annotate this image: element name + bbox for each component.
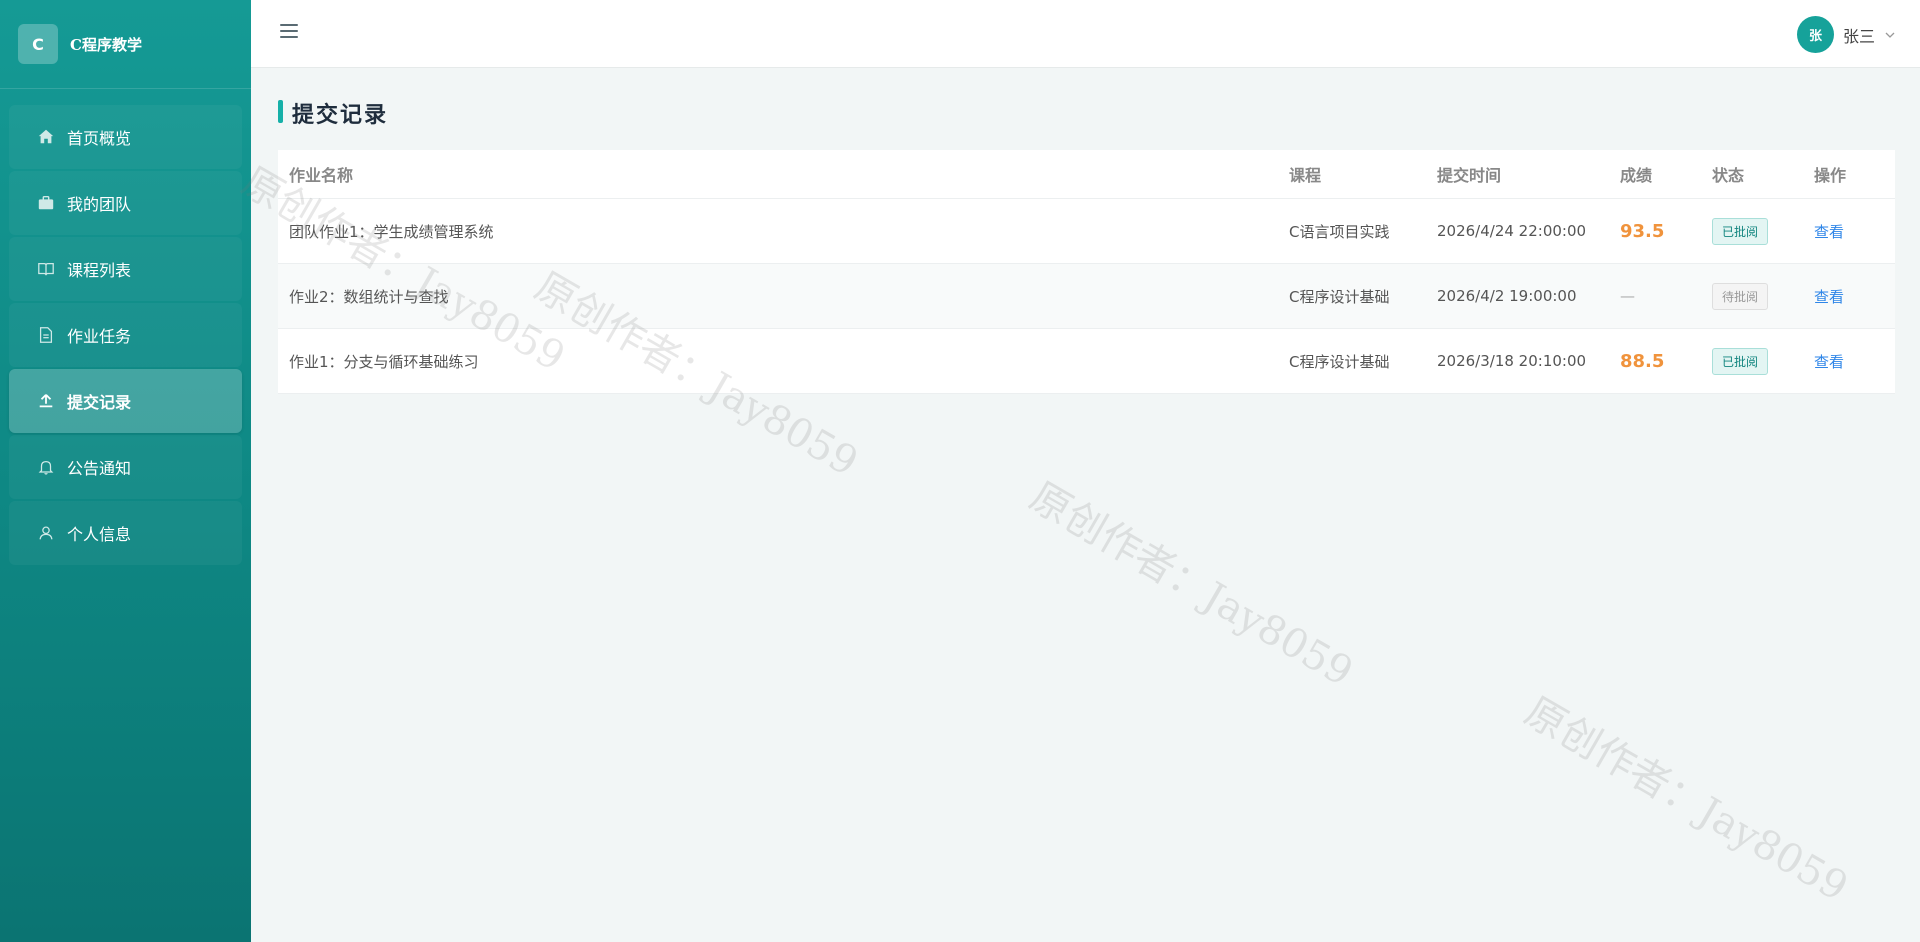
submissions-table: 作业名称 课程 提交时间 成绩 状态 操作 团队作业1：学生成绩管理系统 C语言…	[278, 150, 1895, 394]
assignment-name: 作业2：数组统计与查找	[289, 287, 449, 306]
score-value: 93.5	[1620, 220, 1665, 242]
action-cell: 查看	[1803, 221, 1895, 242]
sidebar-item-label: 首页概览	[67, 129, 132, 148]
brand: C C程序教学	[0, 0, 251, 89]
assignment-name: 作业1：分支与循环基础练习	[289, 352, 479, 371]
avatar: 张	[1796, 16, 1834, 53]
view-link[interactable]: 查看	[1814, 223, 1844, 241]
status-cell: 已批阅	[1701, 217, 1803, 245]
sidebar: C C程序教学 首页概览 我的团队 课程列表 作业任务 提交记录 公告通知 个人…	[0, 0, 251, 942]
column-header: 提交时间	[1437, 166, 1502, 185]
briefcase-icon	[37, 194, 55, 212]
column-header: 状态	[1712, 166, 1745, 185]
course-name: C程序设计基础	[1289, 352, 1390, 371]
sidebar-item-profile[interactable]: 个人信息	[9, 501, 242, 565]
sidebar-item-notices[interactable]: 公告通知	[9, 435, 242, 499]
sidebar-item-label: 作业任务	[67, 327, 132, 346]
view-link[interactable]: 查看	[1814, 288, 1844, 306]
submit-time: 2026/4/24 22:00:00	[1437, 222, 1587, 240]
document-icon	[37, 326, 55, 344]
table-row: 作业1：分支与循环基础练习 C程序设计基础 2026/3/18 20:10:00…	[278, 329, 1895, 394]
bell-icon	[37, 458, 55, 476]
chevron-down-icon	[1885, 32, 1895, 38]
sidebar-menu: 首页概览 我的团队 课程列表 作业任务 提交记录 公告通知 个人信息	[0, 89, 251, 565]
status-badge: 已批阅	[1712, 347, 1769, 375]
upload-icon	[37, 392, 55, 410]
user-menu[interactable]: 张 张三	[1796, 16, 1895, 53]
sidebar-item-assignments[interactable]: 作业任务	[9, 303, 242, 367]
sidebar-item-submissions[interactable]: 提交记录	[9, 369, 242, 433]
sidebar-item-courses[interactable]: 课程列表	[9, 237, 242, 301]
status-badge: 已批阅	[1712, 217, 1769, 245]
submit-time: 2026/3/18 20:10:00	[1437, 352, 1587, 370]
menu-toggle-icon[interactable]	[280, 24, 298, 42]
sidebar-item-home[interactable]: 首页概览	[9, 105, 242, 169]
brand-name: C程序教学	[70, 35, 142, 54]
sidebar-item-label: 提交记录	[67, 393, 132, 412]
status-cell: 待批阅	[1701, 282, 1803, 310]
watermark: 原创作者：Jay8059	[1517, 688, 1856, 911]
page-title: 提交记录	[278, 97, 388, 129]
score-cell: 93.5	[1609, 221, 1701, 242]
sidebar-item-label: 课程列表	[67, 261, 132, 280]
course-name: C语言项目实践	[1289, 222, 1390, 241]
brand-logo: C	[18, 24, 58, 64]
action-cell: 查看	[1803, 286, 1895, 307]
top-header: 张 张三	[251, 0, 1920, 68]
home-icon	[37, 128, 55, 146]
score-value: 88.5	[1620, 350, 1665, 372]
column-header: 操作	[1814, 166, 1847, 185]
column-header: 课程	[1289, 166, 1322, 185]
assignment-name: 团队作业1：学生成绩管理系统	[289, 222, 494, 241]
sidebar-item-label: 我的团队	[67, 195, 132, 214]
score-cell: —	[1609, 287, 1701, 305]
sidebar-item-team[interactable]: 我的团队	[9, 171, 242, 235]
user-icon	[37, 524, 55, 542]
table-row: 作业2：数组统计与查找 C程序设计基础 2026/4/2 19:00:00 — …	[278, 264, 1895, 329]
action-cell: 查看	[1803, 351, 1895, 372]
column-header: 成绩	[1620, 166, 1653, 185]
status-cell: 已批阅	[1701, 347, 1803, 375]
book-icon	[37, 260, 55, 278]
view-link[interactable]: 查看	[1814, 353, 1844, 371]
user-name: 张三	[1842, 26, 1875, 46]
table-header: 作业名称 课程 提交时间 成绩 状态 操作	[278, 150, 1895, 199]
course-name: C程序设计基础	[1289, 287, 1390, 306]
sidebar-item-label: 个人信息	[67, 525, 132, 544]
watermark: 原创作者：Jay8059	[1022, 473, 1361, 696]
score-cell: 88.5	[1609, 351, 1701, 372]
column-header: 作业名称	[289, 166, 354, 185]
status-badge: 待批阅	[1712, 282, 1769, 310]
table-row: 团队作业1：学生成绩管理系统 C语言项目实践 2026/4/24 22:00:0…	[278, 199, 1895, 264]
submit-time: 2026/4/2 19:00:00	[1437, 287, 1577, 305]
score-value: —	[1620, 287, 1635, 305]
sidebar-item-label: 公告通知	[67, 459, 132, 478]
